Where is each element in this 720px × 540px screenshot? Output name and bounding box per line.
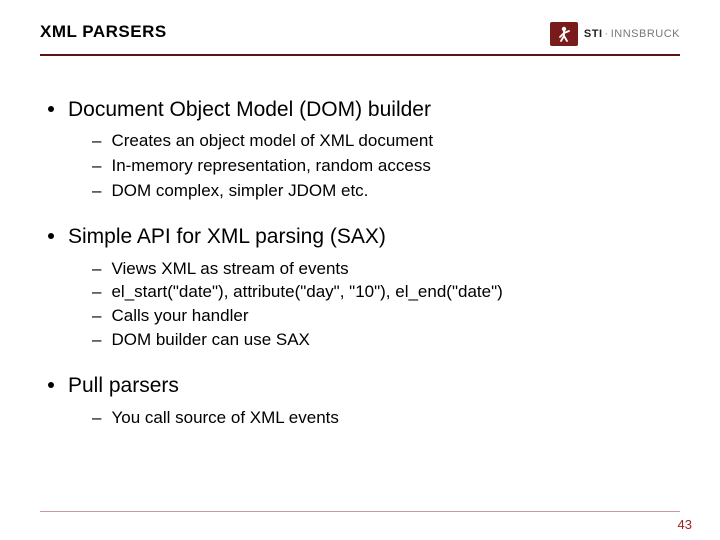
sub-bullet-item: – DOM complex, simpler JDOM etc. [40,180,680,203]
dash-icon: – [92,329,101,352]
dash-icon: – [92,130,101,153]
dash-icon: – [92,407,101,430]
bullet-item: Simple API for XML parsing (SAX) [40,223,680,251]
sub-bullet-text: el_start("date"), attribute("day", "10")… [111,281,502,304]
sub-bullet-item: – el_start("date"), attribute("day", "10… [40,281,680,304]
sub-bullet-text: Calls your handler [111,305,248,328]
dash-icon: – [92,155,101,178]
dash-icon: – [92,281,101,304]
bullet-text: Simple API for XML parsing (SAX) [68,223,386,251]
slide-title: XML PARSERS [40,22,167,42]
sub-bullet-item: – You call source of XML events [40,407,680,430]
sub-bullet-item: – Creates an object model of XML documen… [40,130,680,153]
logo-icon [550,22,578,46]
sub-bullet-text: DOM complex, simpler JDOM etc. [111,180,368,203]
logo: STI·INNSBRUCK [550,22,680,46]
sub-bullet-text: DOM builder can use SAX [111,329,309,352]
bullet-item: Pull parsers [40,372,680,400]
bullet-dot-icon [48,382,54,388]
bullet-text: Document Object Model (DOM) builder [68,96,431,124]
dash-icon: – [92,258,101,281]
bullet-item: Document Object Model (DOM) builder [40,96,680,124]
sub-bullet-item: – DOM builder can use SAX [40,329,680,352]
sub-bullet-text: In-memory representation, random access [111,155,430,178]
footer-rule [40,511,680,512]
bullet-text: Pull parsers [68,372,179,400]
sub-bullet-item: – In-memory representation, random acces… [40,155,680,178]
sub-bullet-text: Creates an object model of XML document [111,130,433,153]
page-number: 43 [678,517,692,532]
sub-bullet-text: You call source of XML events [111,407,338,430]
dash-icon: – [92,305,101,328]
dash-icon: – [92,180,101,203]
sub-bullet-item: – Views XML as stream of events [40,258,680,281]
logo-text: STI·INNSBRUCK [584,28,680,40]
sub-bullet-text: Views XML as stream of events [111,258,348,281]
slide-body: Document Object Model (DOM) builder – Cr… [0,56,720,430]
bullet-dot-icon [48,233,54,239]
sub-bullet-item: – Calls your handler [40,305,680,328]
bullet-dot-icon [48,106,54,112]
